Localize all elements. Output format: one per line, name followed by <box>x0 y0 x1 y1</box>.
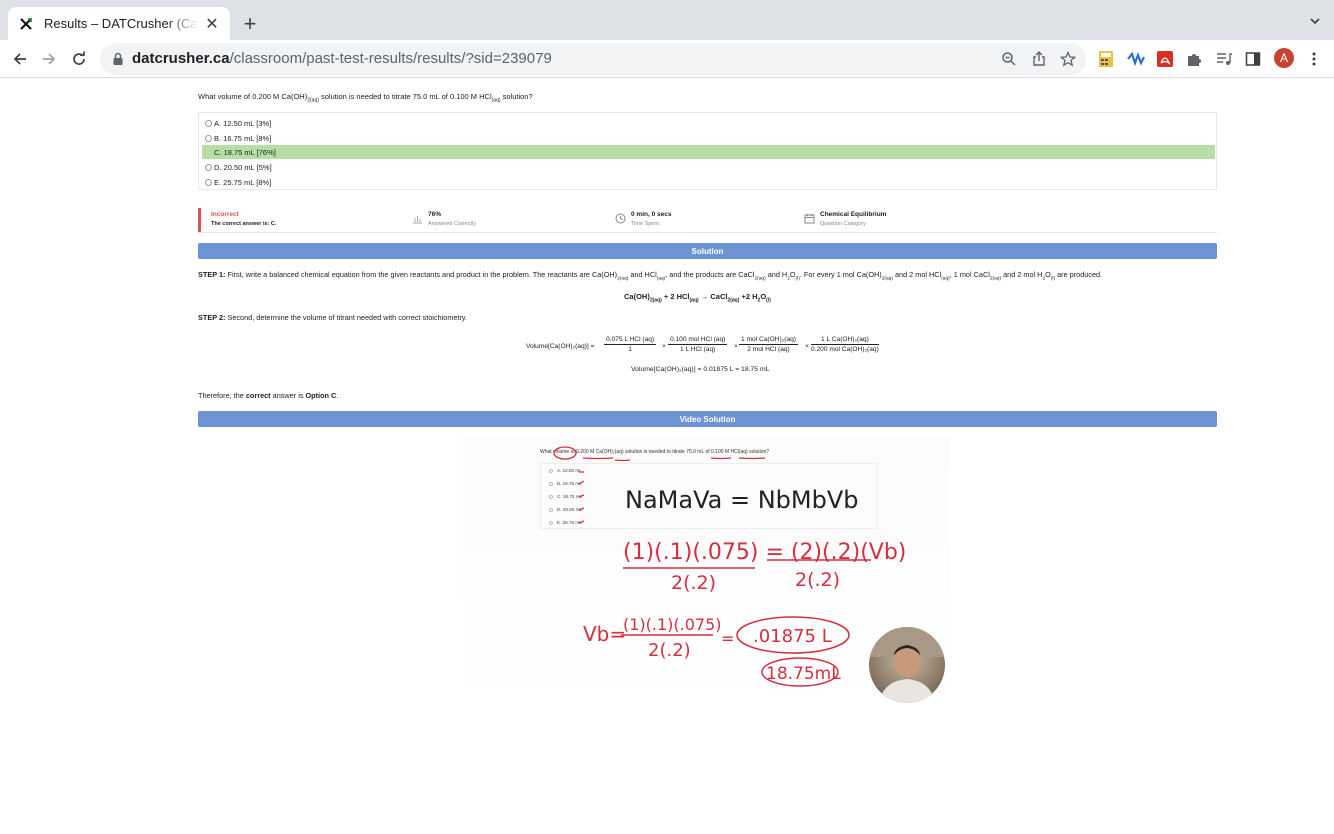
fraction-3: 1 mol Ca(OH)₂(aq) 2 mol HCl (aq) <box>739 336 798 353</box>
calculator-extension-icon[interactable] <box>1096 49 1116 69</box>
pdf-extension-icon[interactable] <box>1155 49 1175 69</box>
browser-tab-active[interactable]: Results – DATCrusher (Canadian ✕ <box>8 7 230 40</box>
wave-extension-icon[interactable] <box>1126 49 1146 69</box>
choice-e[interactable]: E. 25.75 mL [8%] <box>202 175 1215 189</box>
back-arrow-icon[interactable] <box>9 48 31 70</box>
tab-title: Results – DATCrusher (Canadian <box>44 16 198 31</box>
page-content: What volume of 0.200 M Ca(OH)2(aq) solut… <box>0 79 1334 834</box>
tab-strip: Results – DATCrusher (Canadian ✕ + <box>0 0 1334 40</box>
step1-text: STEP 1: First, write a balanced chemical… <box>198 270 1103 282</box>
question-category: Chemical Equilibrium Question Category <box>820 211 887 227</box>
ink-vb: Vb= <box>583 622 626 646</box>
ink-result: .01875 L <box>753 626 832 647</box>
times-sign: × <box>805 343 809 350</box>
bar-chart-icon <box>412 213 423 224</box>
calendar-icon <box>804 213 815 224</box>
ink-formula: NaMaVa = NbMbVb <box>625 486 858 514</box>
share-icon[interactable] <box>1030 50 1048 68</box>
fraction-4: 1 L Ca(OH)₂(aq) 0.200 mol Ca(OH)₂(aq) <box>811 336 879 353</box>
ink-vb-den: 2(.2) <box>648 640 691 661</box>
percent-correct: 76% Answered Correctly <box>428 211 476 227</box>
radio-icon[interactable] <box>205 178 212 186</box>
ink-equals: = <box>721 629 734 648</box>
solution-header[interactable]: Solution <box>198 243 1217 259</box>
bookmark-star-icon[interactable] <box>1059 50 1077 68</box>
choice-b[interactable]: B. 16.75 mL [8%] <box>202 131 1215 145</box>
clock-icon <box>615 213 626 224</box>
times-sign: × <box>662 343 666 350</box>
conclusion-text: Therefore, the correct answer is Option … <box>198 391 339 400</box>
stoichiometry-calculation: Volume[Ca(OH)₂(aq)] = 0.075 L HCl (aq) 1 … <box>0 336 1334 359</box>
video-solution-header[interactable]: Video Solution <box>198 411 1217 427</box>
profile-avatar[interactable]: A <box>1274 48 1294 68</box>
calc-result: Volume[Ca(OH)₂(aq)] = 0.01875 L = 18.75 … <box>631 366 770 373</box>
balanced-equation: Ca(OH)2(aq) + 2 HCl(aq) → CaCl2(aq) +2 H… <box>624 292 771 304</box>
new-tab-icon[interactable]: + <box>238 11 262 36</box>
ink-den-left: 2(.2) <box>671 572 716 594</box>
media-queue-icon[interactable] <box>1214 49 1234 69</box>
result-stats: Incorrect The correct answer is: C. 76% … <box>198 208 1217 233</box>
choice-d[interactable]: D. 20.50 mL [5%] <box>202 160 1215 174</box>
video-player[interactable]: What volume of 0.200 M Ca(OH)₂(aq) solut… <box>463 436 950 716</box>
forward-arrow-icon[interactable] <box>38 48 60 70</box>
ink-den-right: 2(.2) <box>795 569 840 591</box>
reload-icon[interactable] <box>68 48 90 70</box>
result-status: Incorrect The correct answer is: C. <box>211 211 277 227</box>
lock-icon[interactable] <box>112 52 124 66</box>
side-panel-icon[interactable] <box>1243 49 1263 69</box>
fraction-1: 0.075 L HCl (aq) 1 <box>604 336 657 353</box>
ink-line1: (1)(.1)(.075) = (2)(.2)(Vb) <box>623 540 906 565</box>
ink-result-ml: 18.75mL <box>766 664 841 684</box>
fraction-2: 0.100 mol HCl (aq) 1 L HCl (aq) <box>668 336 728 353</box>
extensions-puzzle-icon[interactable] <box>1184 49 1204 69</box>
zoom-icon[interactable] <box>1000 50 1018 68</box>
answer-choices: A. 12.50 mL [3%] B. 16.75 mL [8%] C. 18.… <box>198 112 1217 190</box>
tab-close-icon[interactable]: ✕ <box>204 16 220 33</box>
times-sign: × <box>734 343 738 350</box>
question-text: What volume of 0.200 M Ca(OH)2(aq) solut… <box>198 92 533 104</box>
calc-lhs: Volume[Ca(OH)₂(aq)] = <box>526 343 595 350</box>
address-bar[interactable]: datcrusher.ca/classroom/past-test-result… <box>100 43 1086 75</box>
incorrect-indicator <box>198 208 201 232</box>
browser-toolbar: datcrusher.ca/classroom/past-test-result… <box>0 40 1334 78</box>
choice-a[interactable]: A. 12.50 mL [3%] <box>202 116 1215 130</box>
radio-icon[interactable] <box>205 134 212 142</box>
time-spent: 0 min, 0 secs Time Spent <box>631 211 672 227</box>
url-text: datcrusher.ca/classroom/past-test-result… <box>132 50 552 67</box>
choice-c-correct[interactable]: C. 18.75 mL [76%] <box>202 145 1215 159</box>
radio-icon[interactable] <box>205 163 212 171</box>
instructor-webcam <box>869 627 945 703</box>
tab-search-chevron-icon[interactable] <box>1308 14 1322 28</box>
browser-menu-icon[interactable] <box>1304 49 1324 69</box>
step2-text: STEP 2: Second, determine the volume of … <box>198 313 468 322</box>
ink-vb-num: (1)(.1)(.075) <box>623 615 722 634</box>
datcrusher-favicon-icon <box>18 16 34 32</box>
radio-icon[interactable] <box>205 119 212 127</box>
